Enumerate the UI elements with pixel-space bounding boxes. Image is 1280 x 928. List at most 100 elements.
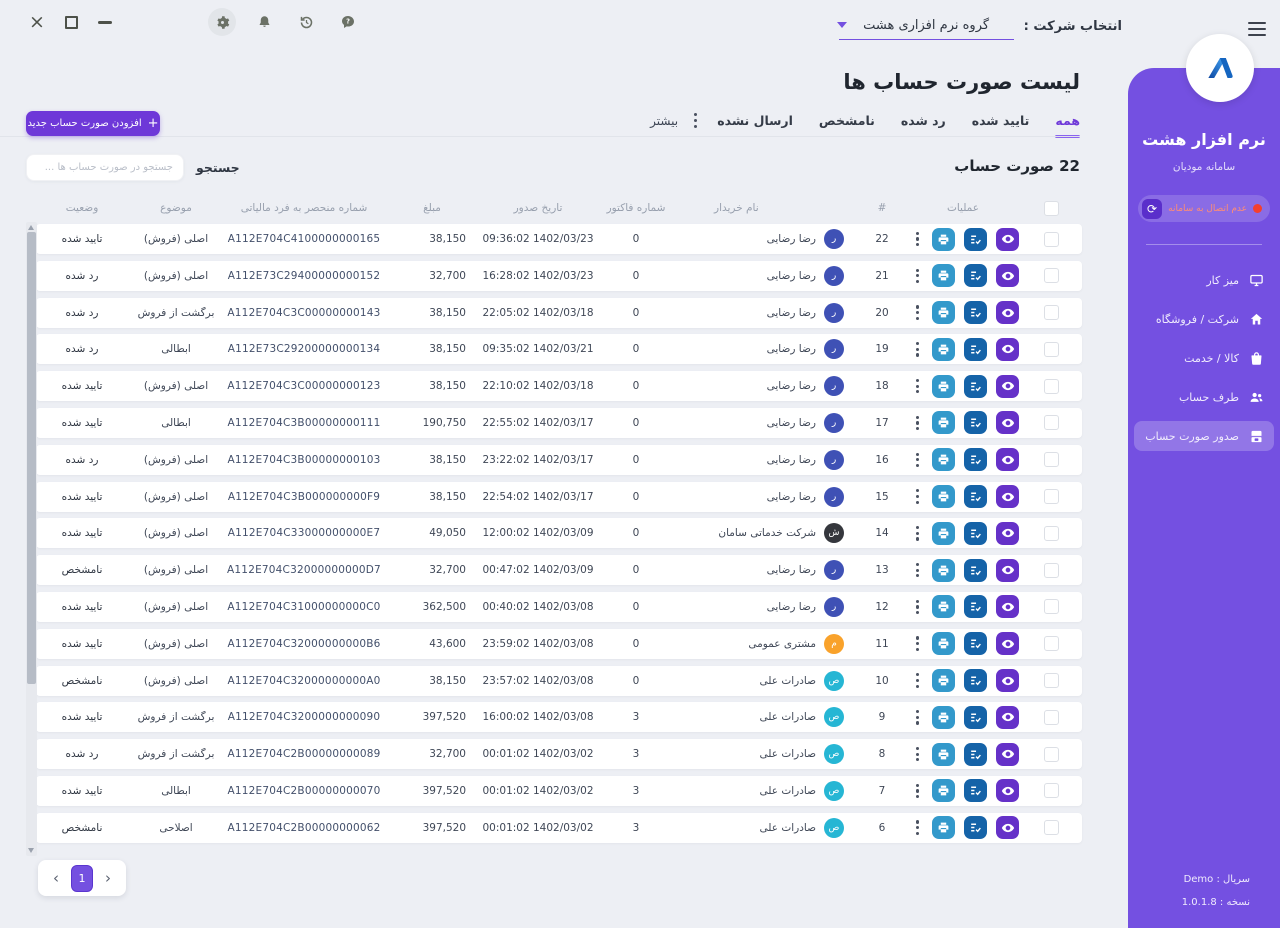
- row-checkbox[interactable]: [1043, 378, 1059, 394]
- print-button[interactable]: [932, 301, 956, 325]
- details-button[interactable]: [964, 301, 988, 325]
- add-invoice-button[interactable]: + افزودن صورت حساب جدید: [26, 111, 160, 136]
- view-button[interactable]: [996, 227, 1020, 251]
- print-button[interactable]: [932, 742, 956, 766]
- row-menu-icon[interactable]: [912, 415, 923, 431]
- print-button[interactable]: [932, 485, 956, 509]
- table-scrollbar[interactable]: [26, 222, 37, 856]
- print-button[interactable]: [932, 779, 956, 803]
- sidebar-item-company[interactable]: شرکت / فروشگاه: [1134, 304, 1274, 334]
- row-menu-icon[interactable]: [912, 820, 923, 836]
- print-button[interactable]: [932, 558, 956, 582]
- details-button[interactable]: [964, 595, 988, 619]
- details-button[interactable]: [964, 632, 988, 656]
- print-button[interactable]: [932, 632, 956, 656]
- scrollbar-thumb[interactable]: [27, 232, 36, 684]
- print-button[interactable]: [932, 521, 956, 545]
- bell-icon[interactable]: [250, 8, 278, 36]
- hamburger-menu-icon[interactable]: [1248, 22, 1266, 36]
- scroll-down-icon[interactable]: [28, 848, 34, 853]
- row-checkbox[interactable]: [1043, 709, 1059, 725]
- row-checkbox[interactable]: [1043, 636, 1059, 652]
- close-icon[interactable]: ×: [28, 13, 46, 32]
- print-button[interactable]: [932, 374, 956, 398]
- details-button[interactable]: [964, 485, 988, 509]
- next-page-icon[interactable]: ›: [103, 870, 113, 886]
- print-button[interactable]: [932, 411, 956, 435]
- details-button[interactable]: [964, 411, 988, 435]
- view-button[interactable]: [996, 632, 1020, 656]
- row-menu-icon[interactable]: [912, 710, 923, 725]
- view-button[interactable]: [996, 705, 1020, 729]
- view-button[interactable]: [996, 485, 1020, 509]
- gear-icon[interactable]: [208, 8, 236, 36]
- print-button[interactable]: [932, 337, 956, 361]
- print-button[interactable]: [932, 669, 956, 693]
- row-checkbox[interactable]: [1043, 305, 1059, 321]
- print-button[interactable]: [932, 595, 956, 619]
- view-button[interactable]: [996, 301, 1020, 325]
- view-button[interactable]: [996, 337, 1020, 361]
- connection-status-badge[interactable]: عدم اتصال به سامانه ⟳: [1138, 195, 1270, 222]
- row-checkbox[interactable]: [1043, 783, 1059, 799]
- row-menu-icon[interactable]: [912, 452, 923, 468]
- details-button[interactable]: [964, 337, 988, 361]
- row-checkbox[interactable]: [1043, 820, 1059, 836]
- row-menu-icon[interactable]: [912, 562, 923, 578]
- row-menu-icon[interactable]: [912, 231, 923, 247]
- search-input[interactable]: [26, 154, 184, 181]
- print-button[interactable]: [932, 705, 956, 729]
- row-menu-icon[interactable]: [912, 673, 923, 688]
- tab-more[interactable]: بیشتر: [650, 114, 678, 128]
- row-checkbox[interactable]: [1043, 562, 1059, 578]
- minimize-icon[interactable]: [96, 13, 114, 31]
- row-checkbox[interactable]: [1043, 268, 1059, 284]
- print-button[interactable]: [932, 448, 956, 472]
- view-button[interactable]: [996, 264, 1020, 288]
- row-menu-icon[interactable]: [912, 268, 923, 284]
- row-checkbox[interactable]: [1043, 673, 1059, 689]
- view-button[interactable]: [996, 669, 1020, 693]
- row-checkbox[interactable]: [1043, 489, 1059, 505]
- tab-not-sent[interactable]: ارسال نشده: [717, 113, 793, 137]
- row-checkbox[interactable]: [1043, 452, 1059, 468]
- details-button[interactable]: [964, 669, 988, 693]
- row-menu-icon[interactable]: [912, 746, 923, 762]
- row-menu-icon[interactable]: [912, 378, 923, 394]
- view-button[interactable]: [996, 448, 1020, 472]
- row-checkbox[interactable]: [1043, 599, 1059, 615]
- select-all-checkbox[interactable]: [1043, 200, 1059, 216]
- tab-unknown[interactable]: نامشخص: [819, 113, 875, 137]
- details-button[interactable]: [964, 742, 988, 766]
- row-checkbox[interactable]: [1043, 525, 1059, 541]
- details-button[interactable]: [964, 448, 988, 472]
- view-button[interactable]: [996, 411, 1020, 435]
- row-menu-icon[interactable]: [912, 526, 923, 541]
- sidebar-item-invoices[interactable]: صدور صورت حساب: [1134, 421, 1274, 451]
- view-button[interactable]: [996, 816, 1020, 840]
- print-button[interactable]: [932, 816, 956, 840]
- row-menu-icon[interactable]: [912, 342, 923, 357]
- help-chat-icon[interactable]: ?: [334, 8, 362, 36]
- view-button[interactable]: [996, 742, 1020, 766]
- details-button[interactable]: [964, 227, 988, 251]
- kebab-menu-icon[interactable]: [690, 113, 701, 128]
- view-button[interactable]: [996, 374, 1020, 398]
- page-number-button[interactable]: 1: [71, 864, 93, 892]
- row-menu-icon[interactable]: [912, 783, 923, 799]
- print-button[interactable]: [932, 264, 956, 288]
- row-checkbox[interactable]: [1043, 341, 1059, 357]
- details-button[interactable]: [964, 521, 988, 545]
- refresh-icon[interactable]: ⟳: [1142, 198, 1162, 219]
- prev-page-icon[interactable]: ‹: [51, 870, 61, 886]
- view-button[interactable]: [996, 779, 1020, 803]
- view-button[interactable]: [996, 595, 1020, 619]
- row-menu-icon[interactable]: [912, 599, 923, 615]
- tab-approved[interactable]: تایید شده: [972, 113, 1030, 137]
- history-icon[interactable]: [292, 8, 320, 36]
- view-button[interactable]: [996, 558, 1020, 582]
- details-button[interactable]: [964, 264, 988, 288]
- details-button[interactable]: [964, 558, 988, 582]
- details-button[interactable]: [964, 779, 988, 803]
- tab-all[interactable]: همه: [1055, 113, 1080, 138]
